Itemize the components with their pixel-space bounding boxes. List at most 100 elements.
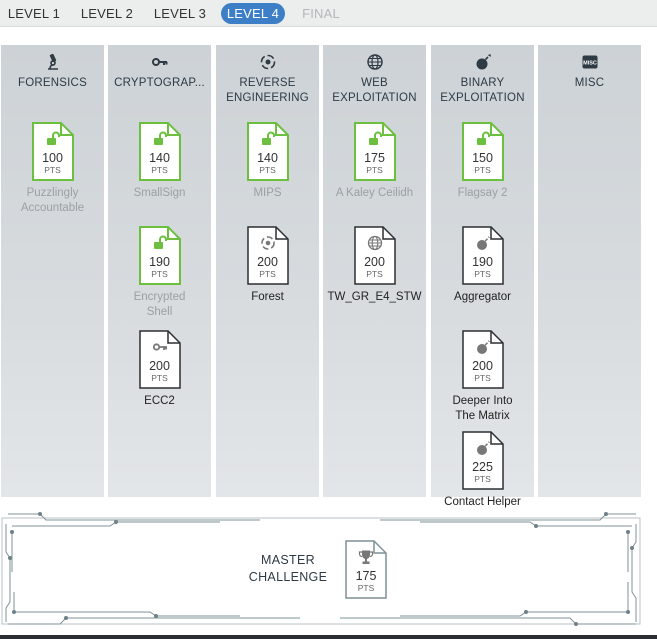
category-column-cryptography: CRYPTOGRAP... 140 PTS SmallSign 190 PTS … xyxy=(108,45,211,497)
challenge-name: MIPS xyxy=(253,187,282,199)
challenge-card[interactable]: 175 PTS A Kaley Ceilidh xyxy=(323,122,426,201)
challenge-name-line2: The Matrix xyxy=(455,410,510,422)
pts-label: PTS xyxy=(151,373,168,383)
category-title-line2: EXPLOITATION xyxy=(332,92,417,104)
trophy-icon xyxy=(358,550,374,564)
category-title: MISC xyxy=(574,77,605,89)
bomb-icon xyxy=(476,54,491,70)
category-title: WEB xyxy=(361,77,388,89)
challenge-points: 200 xyxy=(149,359,170,373)
padlock-open-icon xyxy=(153,235,167,249)
challenge-name: ECC2 xyxy=(144,395,175,407)
challenge-name: Flagsay 2 xyxy=(457,187,508,199)
challenge-name-line2: Accountable xyxy=(20,202,85,214)
tab-level-4[interactable]: LEVEL 4 xyxy=(221,3,285,24)
category-title: FORENSICS xyxy=(18,77,87,89)
category-column-web-exploitation: WEB EXPLOITATION 175 PTS A Kaley Ceilidh… xyxy=(323,45,426,497)
challenge-name: TW_GR_E4_STW xyxy=(327,291,422,303)
challenge-card[interactable]: 150 PTS Flagsay 2 xyxy=(431,122,534,201)
category-title: CRYPTOGRAP... xyxy=(114,77,205,89)
globe-icon xyxy=(366,54,383,70)
challenge-points: 200 xyxy=(257,255,278,269)
challenge-points: 140 xyxy=(149,151,170,165)
category-title: REVERSE xyxy=(239,77,296,89)
challenge-points: 140 xyxy=(257,151,278,165)
pts-label: PTS xyxy=(44,165,61,175)
globe-icon xyxy=(367,235,382,251)
pts-label: PTS xyxy=(151,269,168,279)
category-column-binary-exploitation: BINARY EXPLOITATION 150 PTS Flagsay 2 19… xyxy=(431,45,534,508)
category-title: BINARY xyxy=(460,77,505,89)
misc-icon: MISC xyxy=(582,55,597,69)
tab-final: FINAL xyxy=(302,6,340,21)
padlock-open-icon xyxy=(261,131,275,145)
key-icon xyxy=(152,343,167,351)
category-title-line2: ENGINEERING xyxy=(226,92,309,104)
padlock-open-icon xyxy=(368,131,382,145)
master-title-line2: CHALLENGE xyxy=(248,570,328,584)
pts-label: PTS xyxy=(474,269,491,279)
challenge-points: 100 xyxy=(42,151,63,165)
tab-level-2[interactable]: LEVEL 2 xyxy=(76,3,138,24)
challenge-card[interactable]: 140 PTS SmallSign xyxy=(108,122,211,201)
category-column-misc: MISC MISC xyxy=(538,45,641,497)
pts-label: PTS xyxy=(357,583,375,593)
challenge-card[interactable]: 200 PTS Forest xyxy=(216,226,319,305)
master-challenge-card[interactable]: 175 PTS xyxy=(345,540,387,599)
challenge-card[interactable]: 225 PTS Contact Helper xyxy=(431,431,534,510)
challenge-card[interactable]: 190 PTS Encrypted Shell xyxy=(108,226,211,320)
challenge-card[interactable]: 140 PTS MIPS xyxy=(216,122,319,201)
microscope-icon xyxy=(47,53,58,70)
bottom-edge-bar xyxy=(0,635,657,639)
challenge-points: 175 xyxy=(355,569,377,583)
padlock-open-icon xyxy=(476,131,490,145)
challenge-name: Aggregator xyxy=(454,291,511,303)
pts-label: PTS xyxy=(366,165,383,175)
challenge-points: 200 xyxy=(472,359,493,373)
padlock-open-icon xyxy=(46,131,60,145)
bomb-icon xyxy=(476,236,490,250)
challenge-name: A Kaley Ceilidh xyxy=(335,187,414,199)
challenge-points: 190 xyxy=(149,255,170,269)
svg-text:MISC: MISC xyxy=(583,61,597,67)
tab-level-1[interactable]: LEVEL 1 xyxy=(3,3,65,24)
bomb-icon xyxy=(476,441,490,455)
challenge-name: SmallSign xyxy=(133,187,186,199)
pts-label: PTS xyxy=(474,165,491,175)
reverse-icon xyxy=(260,236,275,250)
challenge-name: Encrypted xyxy=(133,291,186,303)
pts-label: PTS xyxy=(474,373,491,383)
challenge-card[interactable]: 190 PTS Aggregator xyxy=(431,226,534,305)
category-column-forensics: FORENSICS 100 PTS Puzzlingly Accountable xyxy=(1,45,104,497)
category-column-reverse-engineering: REVERSE ENGINEERING 140 PTS MIPS 200 PTS… xyxy=(216,45,319,497)
master-challenge-panel: MASTER CHALLENGE 175 PTS xyxy=(0,512,645,627)
challenge-name: Puzzlingly xyxy=(26,187,79,199)
pts-label: PTS xyxy=(366,269,383,279)
challenge-name: Contact Helper xyxy=(444,496,521,508)
key-icon xyxy=(151,58,167,66)
challenge-name: Deeper Into xyxy=(452,395,513,407)
challenge-name-line2: Shell xyxy=(146,306,173,318)
bomb-icon xyxy=(476,340,490,354)
category-title-line2: EXPLOITATION xyxy=(440,92,525,104)
challenge-points: 225 xyxy=(472,460,493,474)
master-title-line1: MASTER xyxy=(261,553,315,567)
pts-label: PTS xyxy=(151,165,168,175)
challenge-card[interactable]: 200 PTS TW_GR_E4_STW xyxy=(323,226,426,305)
reverse-icon xyxy=(260,54,275,70)
challenge-name: Forest xyxy=(251,291,284,303)
pts-label: PTS xyxy=(259,165,276,175)
padlock-open-icon xyxy=(153,131,167,145)
tab-level-3[interactable]: LEVEL 3 xyxy=(149,3,211,24)
pts-label: PTS xyxy=(259,269,276,279)
challenge-card[interactable]: 100 PTS Puzzlingly Accountable xyxy=(1,122,104,216)
challenge-points: 190 xyxy=(472,255,493,269)
pts-label: PTS xyxy=(474,474,491,484)
challenge-card[interactable]: 200 PTS Deeper Into The Matrix xyxy=(431,330,534,424)
challenge-card[interactable]: 200 PTS ECC2 xyxy=(108,330,211,409)
master-challenge-title: MASTER CHALLENGE xyxy=(238,552,338,586)
challenge-points: 175 xyxy=(364,151,385,165)
level-tab-bar: LEVEL 1 LEVEL 2 LEVEL 3 LEVEL 4 FINAL xyxy=(0,0,657,27)
challenge-points: 200 xyxy=(364,255,385,269)
challenge-points: 150 xyxy=(472,151,493,165)
